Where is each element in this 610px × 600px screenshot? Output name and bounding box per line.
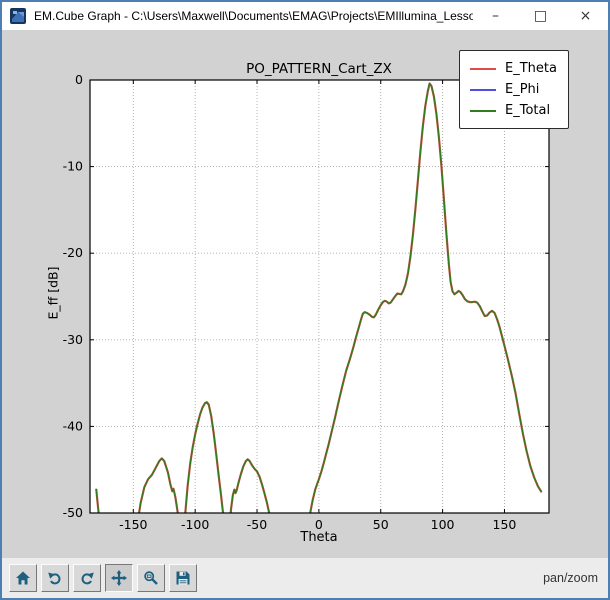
figure-canvas[interactable]: -150-100-500501001500-10-20-30-40-50 PO_… <box>2 30 608 558</box>
titlebar: EM.Cube Graph - C:\Users\Maxwell\Documen… <box>2 2 608 31</box>
chart-title: PO_PATTERN_Cart_ZX <box>246 61 392 77</box>
y-tick-label: -40 <box>63 418 83 433</box>
legend-item-e-total: E_Total <box>470 100 560 121</box>
legend-item-e-theta: E_Theta <box>470 58 560 79</box>
save-button[interactable] <box>169 564 197 592</box>
x-tick-label: -50 <box>247 517 267 532</box>
y-axis-label: E_ff [dB] <box>46 267 61 320</box>
magnifier-icon <box>143 570 159 586</box>
legend-item-e-phi: E_Phi <box>470 79 560 100</box>
app-icon <box>10 8 26 24</box>
legend-line-e-theta <box>470 68 496 70</box>
back-button[interactable] <box>41 564 69 592</box>
legend-line-e-phi <box>470 89 496 91</box>
forward-button[interactable] <box>73 564 101 592</box>
x-tick-label: -100 <box>181 517 209 532</box>
y-tick-label: -50 <box>63 505 83 520</box>
close-button[interactable]: × <box>563 2 608 30</box>
x-axis-label: Theta <box>300 530 337 545</box>
y-tick-label: -10 <box>63 159 83 174</box>
legend-label-e-theta: E_Theta <box>505 61 557 76</box>
legend: E_Theta E_Phi E_Total <box>459 50 569 129</box>
legend-line-e-total <box>470 110 496 112</box>
x-tick-label: 50 <box>373 517 389 532</box>
save-floppy-icon <box>175 570 191 586</box>
status-mode-text: pan/zoom <box>543 571 598 585</box>
zoom-rect-button[interactable] <box>137 564 165 592</box>
maximize-button[interactable]: □ <box>518 2 563 30</box>
minimize-button[interactable]: – <box>473 2 518 30</box>
x-tick-label: 150 <box>493 517 517 532</box>
forward-arrow-icon <box>79 570 95 586</box>
y-tick-label: -30 <box>63 332 83 347</box>
x-tick-label: -150 <box>119 517 147 532</box>
plot-area[interactable] <box>90 80 549 513</box>
window-title: EM.Cube Graph - C:\Users\Maxwell\Documen… <box>34 9 473 23</box>
navigation-toolbar: pan/zoom <box>2 558 608 598</box>
y-tick-label: 0 <box>75 72 83 87</box>
home-button[interactable] <box>9 564 37 592</box>
app-window: EM.Cube Graph - C:\Users\Maxwell\Documen… <box>0 0 610 600</box>
pan-icon <box>111 570 127 586</box>
window-controls: – □ × <box>473 2 608 30</box>
back-arrow-icon <box>47 570 63 586</box>
legend-label-e-total: E_Total <box>505 103 550 118</box>
home-icon <box>15 570 31 586</box>
pan-button[interactable] <box>105 564 133 592</box>
x-tick-label: 100 <box>431 517 455 532</box>
legend-label-e-phi: E_Phi <box>505 82 539 97</box>
y-tick-label: -20 <box>63 245 83 260</box>
